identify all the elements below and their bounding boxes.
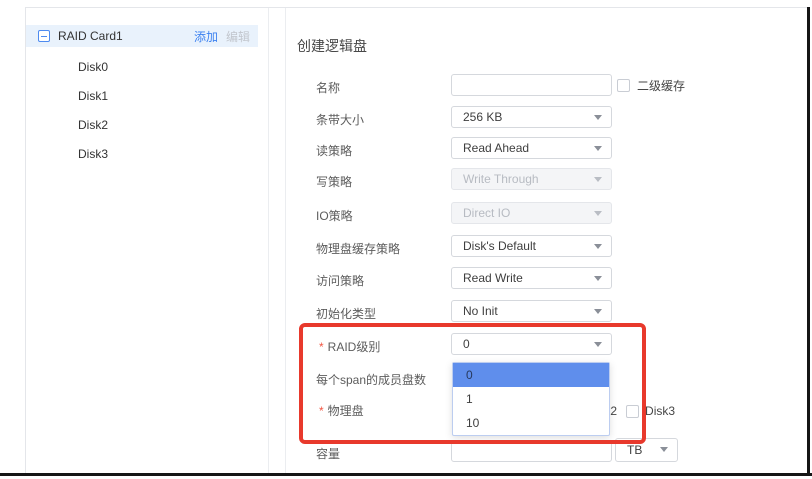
- raid-level-dropdown-menu: 0 1 10: [452, 362, 610, 436]
- sidebar-item-disk0[interactable]: Disk0: [78, 60, 108, 74]
- secondary-cache-checkbox[interactable]: [617, 79, 630, 92]
- capacity-input[interactable]: [451, 440, 612, 462]
- io-policy-label: IO策略: [316, 207, 353, 224]
- io-policy-value: Direct IO: [463, 206, 510, 220]
- write-policy-label: 写策略: [316, 173, 352, 190]
- collapse-minus-icon[interactable]: [38, 30, 50, 42]
- raid-option-1[interactable]: 1: [453, 387, 609, 411]
- sidebar-item-disk2[interactable]: Disk2: [78, 118, 108, 132]
- physical-disk-label-text: 物理盘: [328, 404, 364, 418]
- read-policy-value: Read Ahead: [463, 141, 529, 155]
- span-members-label: 每个span的成员盘数: [316, 371, 426, 388]
- init-type-select[interactable]: No Init: [451, 300, 612, 322]
- disk-cache-policy-value: Disk's Default: [463, 239, 536, 253]
- sidebar-item-disk3[interactable]: Disk3: [78, 147, 108, 161]
- sidebar-item-raid-card[interactable]: RAID Card1 添加 编辑: [26, 25, 258, 47]
- init-type-value: No Init: [463, 304, 498, 318]
- chevron-down-icon: [594, 342, 602, 347]
- raid-option-10[interactable]: 10: [453, 411, 609, 435]
- name-label: 名称: [316, 79, 340, 96]
- panel-top-border: [25, 7, 808, 8]
- chevron-down-icon: [594, 211, 602, 216]
- add-link[interactable]: 添加: [194, 28, 218, 45]
- capacity-unit-select[interactable]: TB: [615, 438, 678, 462]
- disk-cache-policy-select[interactable]: Disk's Default: [451, 235, 612, 257]
- required-asterisk: *: [319, 340, 324, 354]
- write-policy-select: Write Through: [451, 168, 612, 190]
- stripe-size-value: 256 KB: [463, 110, 502, 124]
- page-title: 创建逻辑盘: [297, 36, 367, 56]
- raid-level-label: * RAID级别: [319, 338, 380, 355]
- secondary-cache-label: 二级缓存: [637, 77, 685, 94]
- access-policy-label: 访问策略: [316, 272, 364, 289]
- required-asterisk: *: [319, 404, 324, 418]
- chevron-down-icon: [594, 177, 602, 182]
- raid-card-label: RAID Card1: [58, 29, 123, 43]
- physical-disk-label: * 物理盘: [319, 402, 364, 419]
- capacity-unit-value: TB: [627, 443, 642, 457]
- main-panel-border: [285, 8, 286, 473]
- read-policy-label: 读策略: [316, 142, 352, 159]
- init-type-label: 初始化类型: [316, 305, 376, 322]
- raid-level-select[interactable]: 0: [451, 333, 612, 355]
- sidebar-divider: [268, 8, 269, 473]
- disk3-checkbox-label: Disk3: [645, 404, 675, 418]
- chevron-down-icon: [594, 115, 602, 120]
- chevron-down-icon: [660, 447, 668, 452]
- stripe-size-label: 条带大小: [316, 111, 364, 128]
- edit-link[interactable]: 编辑: [226, 28, 250, 45]
- raid-level-label-text: RAID级别: [328, 340, 381, 354]
- chevron-down-icon: [594, 146, 602, 151]
- access-policy-value: Read Write: [463, 271, 523, 285]
- chevron-down-icon: [594, 276, 602, 281]
- capacity-label: 容量: [316, 445, 340, 462]
- disk3-checkbox-item[interactable]: Disk3: [626, 404, 675, 418]
- chevron-down-icon: [594, 244, 602, 249]
- raid-level-value: 0: [463, 337, 470, 351]
- sidebar-item-disk1[interactable]: Disk1: [78, 89, 108, 103]
- screenshot-bottom-edge: [0, 473, 812, 476]
- disk-cache-policy-label: 物理盘缓存策略: [316, 240, 400, 257]
- chevron-down-icon: [594, 309, 602, 314]
- write-policy-value: Write Through: [463, 172, 539, 186]
- read-policy-select[interactable]: Read Ahead: [451, 137, 612, 159]
- disk3-checkbox[interactable]: [626, 405, 639, 418]
- raid-option-0[interactable]: 0: [453, 363, 609, 387]
- access-policy-select[interactable]: Read Write: [451, 267, 612, 289]
- io-policy-select: Direct IO: [451, 202, 612, 224]
- screenshot-right-edge: [807, 7, 810, 476]
- stripe-size-select[interactable]: 256 KB: [451, 106, 612, 128]
- panel-left-border: [25, 7, 26, 473]
- name-input[interactable]: [451, 74, 612, 96]
